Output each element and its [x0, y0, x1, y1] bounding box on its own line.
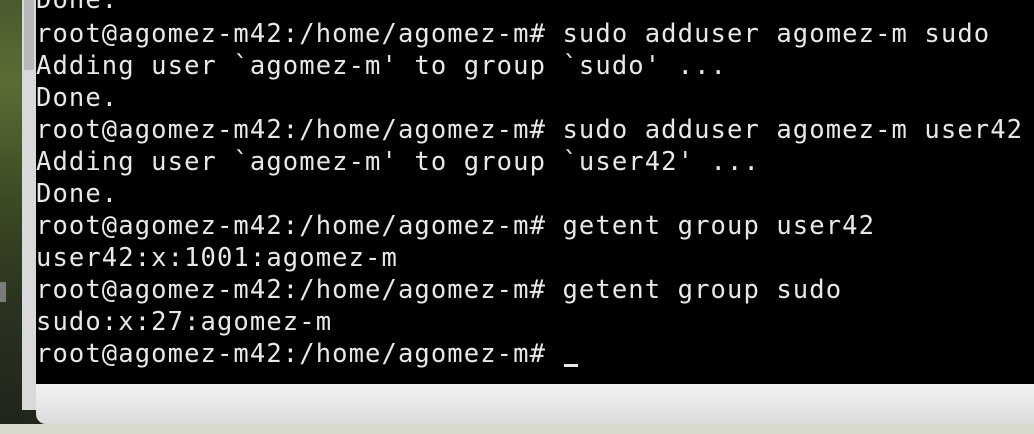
window-bottom-frame	[36, 384, 1034, 424]
terminal-line-command: root@agomez-m42:/home/agomez-m# getent g…	[36, 211, 876, 241]
terminal-line-command: root@agomez-m42:/home/agomez-m# sudo add…	[36, 19, 991, 49]
terminal-prompt-line[interactable]: root@agomez-m42:/home/agomez-m#	[36, 338, 579, 370]
terminal-cursor	[564, 364, 579, 367]
terminal-line-output: Adding user `agomez-m' to group `user42'…	[36, 147, 760, 177]
taskbar-edge	[0, 424, 1034, 434]
terminal-line-output: sudo:x:27:agomez-m	[36, 307, 333, 337]
terminal-line-command: root@agomez-m42:/home/agomez-m# sudo add…	[36, 115, 1024, 145]
terminal-line-output: Done.	[36, 83, 119, 113]
terminal-scrollbar[interactable]	[22, 0, 36, 410]
scrollbar-thumb[interactable]	[24, 0, 34, 70]
terminal-line-output: Done.	[36, 0, 119, 15]
terminal-line-command: root@agomez-m42:/home/agomez-m# getent g…	[36, 275, 843, 305]
window-edge-marker	[0, 282, 6, 302]
terminal-line-output: Done.	[36, 179, 119, 209]
desktop-background-strip	[0, 0, 22, 434]
terminal-window[interactable]: Done. root@agomez-m42:/home/agomez-m# su…	[36, 0, 1034, 384]
desktop: Done. root@agomez-m42:/home/agomez-m# su…	[0, 0, 1034, 434]
terminal-line-output: Adding user `agomez-m' to group `sudo' .…	[36, 51, 727, 81]
terminal-prompt: root@agomez-m42:/home/agomez-m#	[36, 339, 563, 369]
terminal-line-output: user42:x:1001:agomez-m	[36, 243, 398, 273]
